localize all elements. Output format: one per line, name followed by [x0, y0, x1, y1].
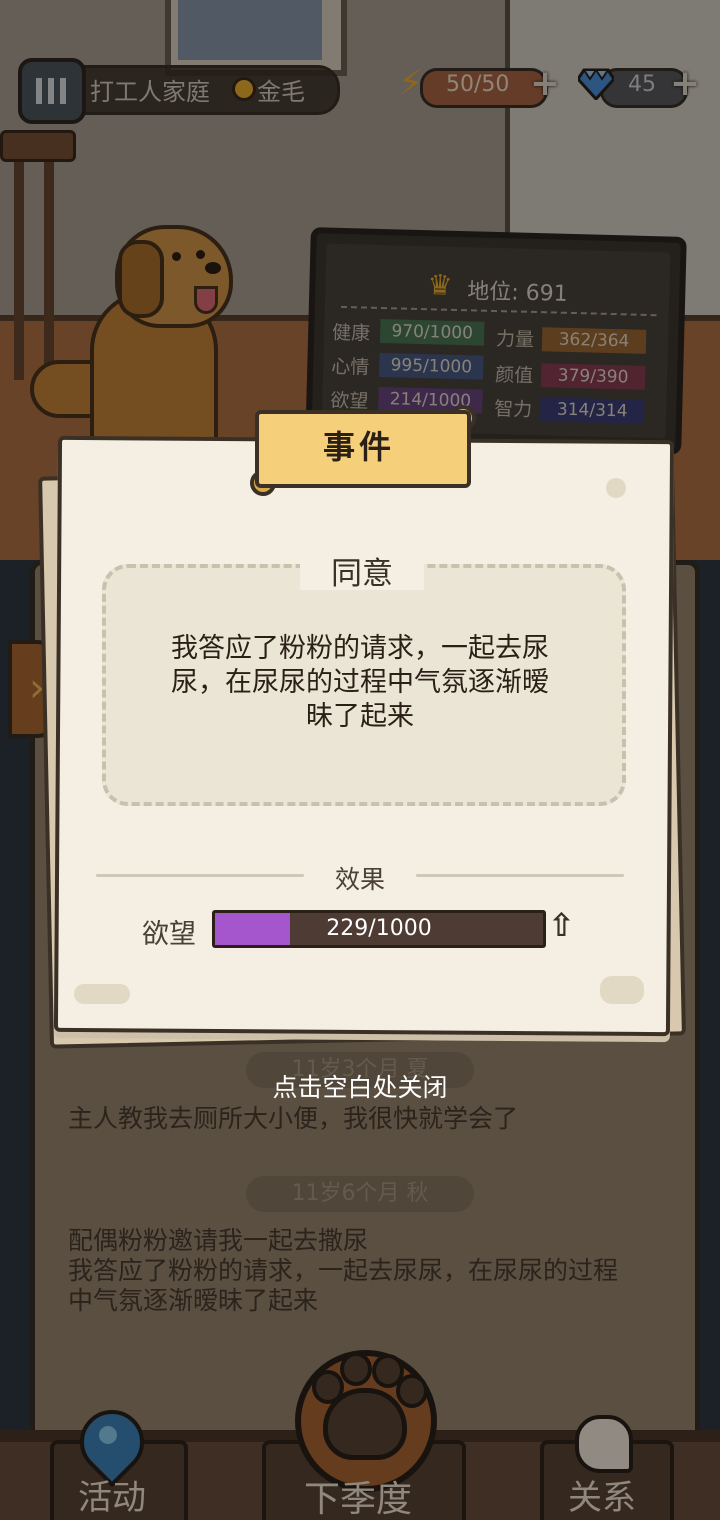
effect-stat-label: 欲望 — [142, 919, 196, 950]
effect-divider-left — [96, 874, 304, 877]
effect-divider-right — [416, 874, 624, 877]
story-text: 我答应了粉粉的请求，一起去尿 尿，在尿尿的过程中气氛逐渐暧 昧了起来 — [140, 632, 580, 734]
effect-label: 效果 — [334, 865, 385, 894]
paper-stain — [606, 478, 626, 498]
paper-stain — [600, 976, 644, 1004]
paper-stain — [74, 984, 130, 1004]
effect-progress-bar: 229/1000 — [212, 910, 546, 948]
choice-title: 同意 — [331, 556, 393, 592]
up-arrow-icon: ⇧ — [548, 906, 575, 944]
story-line: 尿，在尿尿的过程中气氛逐渐暧 — [171, 667, 549, 698]
story-line: 昧了起来 — [306, 701, 414, 732]
effect-progress-value: 229/1000 — [326, 916, 432, 941]
story-line: 我答应了粉粉的请求，一起去尿 — [171, 633, 549, 664]
event-header-title: 事件 — [322, 428, 395, 466]
close-hint[interactable]: 点击空白处关闭 — [0, 1068, 720, 1104]
